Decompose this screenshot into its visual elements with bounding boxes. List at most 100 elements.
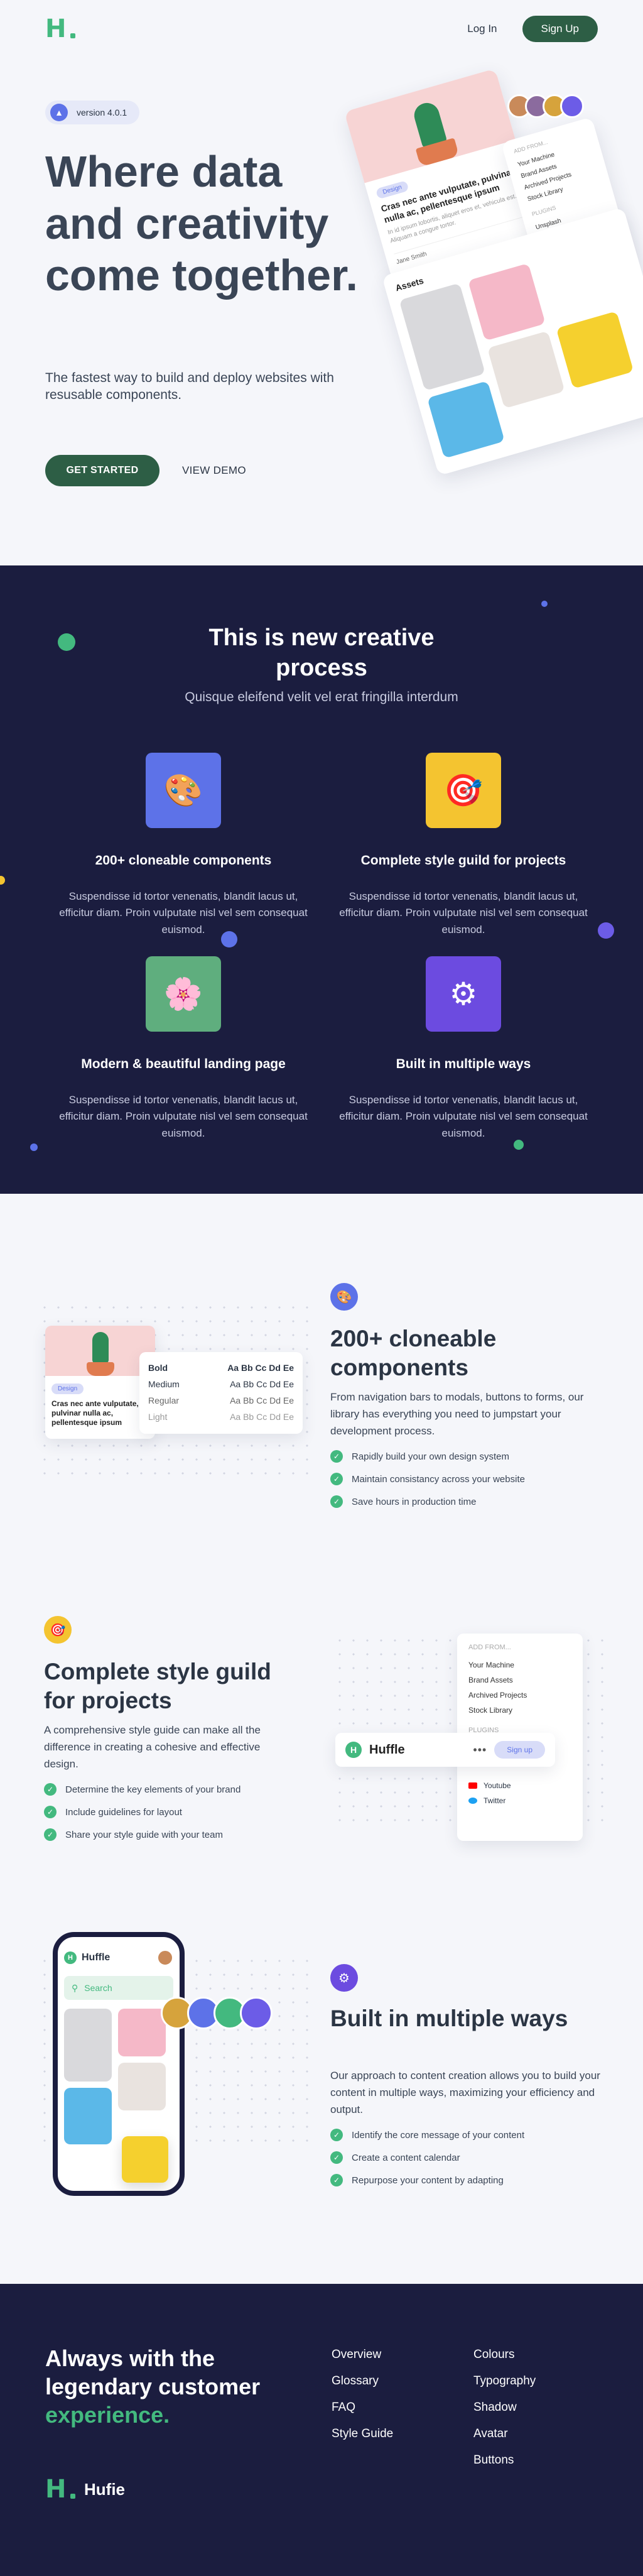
feature-title: 200+ cloneable components [95,853,272,868]
section1-desc: From navigation bars to modals, buttons … [330,1391,584,1438]
list-item: ✓ Maintain consistancy across your websit… [330,1468,525,1490]
feature-text: Suspendisse id tortor venenatis, blandit… [59,890,308,936]
footer-title: Always with the legendary customer exper… [45,2345,261,2428]
footer-links-col1: Overview Glossary FAQ Style Guide [332,2342,393,2447]
app-logo-icon: H [64,1951,77,1964]
login-link[interactable]: Log In [467,23,497,35]
menu-item[interactable]: Stock Library [468,1703,571,1718]
footer-link[interactable]: Typography [473,2368,536,2394]
list-item: ✓ Create a content calendar [330,2146,524,2169]
get-started-button[interactable]: GET STARTED [45,455,159,486]
feature-card: 🎨 200+ cloneable components Suspendisse … [39,753,328,938]
view-demo-button[interactable]: VIEW DEMO [182,455,246,486]
check-icon: ✓ [330,2151,343,2164]
youtube-icon [468,1782,477,1789]
gear-icon: ⚙ [330,1964,358,1992]
more-icon[interactable]: ••• [473,1744,487,1757]
mirror-image [487,330,565,409]
menu-heading: ADD FROM... [468,1644,511,1651]
menu-item[interactable]: Archived Projects [468,1688,571,1703]
logo-icon[interactable]: H [45,16,75,41]
phone-app-name: H Huffle [64,1951,110,1964]
process-subtitle: Quisque eleifend velit vel erat fringill… [185,690,458,704]
palette-icon: 🎨 [330,1283,358,1311]
decor-dot [0,876,5,885]
footer-link[interactable]: Avatar [473,2421,536,2447]
type-row: Bold Aa Bb Cc Dd Ee [148,1363,294,1373]
app-name: Huffle [369,1742,405,1757]
gear-icon: ⚙ [426,956,501,1032]
blog-card-small: Design Cras nec ante vulputate, pulvinar… [45,1326,155,1439]
footer-link[interactable]: Overview [332,2342,393,2368]
hero-title: Where data and creativity come together. [45,147,358,300]
type-row: Regular Aa Bb Cc Dd Ee [148,1395,294,1405]
rocket-icon: ▲ [50,104,68,121]
menu-item[interactable]: Your Machine [468,1657,571,1673]
cactus-image [45,1326,155,1376]
type-row: Medium Aa Bb Cc Dd Ee [148,1379,294,1389]
footer-link[interactable]: Colours [473,2342,536,2368]
feature-text: Suspendisse id tortor venenatis, blandit… [339,890,588,936]
avatar[interactable] [240,1997,273,2029]
type-row: Light Aa Bb Cc Dd Ee [148,1412,294,1422]
wrench-image [399,283,485,391]
shoe-image [556,311,634,389]
feature-title: Built in multiple ways [396,1057,531,1071]
section3-list: ✓ Identify the core message of your conte… [330,2124,524,2191]
mirror-image [118,2063,166,2110]
section2-desc: A comprehensive style guide can make all… [44,1724,261,1771]
decor-dot [30,1143,38,1151]
app-logo-icon: H [345,1742,362,1758]
list-item: ✓ Save hours in production time [330,1490,525,1513]
flower-icon: 🌸 [146,956,221,1032]
feature-title: Modern & beautiful landing page [81,1057,286,1071]
check-icon: ✓ [44,1783,57,1796]
nav-actions: Log In Sign Up [467,16,598,42]
footer: Always with the legendary customer exper… [0,2284,643,2576]
footer-link[interactable]: Buttons [473,2447,536,2474]
hero-subtitle: The fastest way to build and deploy webs… [45,371,334,403]
top-nav: H Log In Sign Up [45,15,598,43]
footer-link[interactable]: Style Guide [332,2421,393,2447]
section3-title: Built in multiple ways [330,2006,568,2031]
process-section: This is new creative process Quisque ele… [0,565,643,1194]
check-icon: ✓ [330,1450,343,1463]
feature-title: Complete style guild for projects [360,853,566,868]
version-badge: ▲ version 4.0.1 [45,101,140,124]
palette-icon: 🎨 [146,753,221,828]
feature-text: Suspendisse id tortor venenatis, blandit… [59,1094,308,1139]
menu-item[interactable]: Brand Assets [468,1673,571,1688]
footer-link[interactable]: FAQ [332,2394,393,2421]
hero-section: H Log In Sign Up ▲ version 4.0.1 Where d… [0,0,643,565]
feature-card: 🎯 Complete style guild for projects Susp… [319,753,608,938]
version-text: version 4.0.1 [77,107,127,117]
logo-icon[interactable]: H [45,2477,75,2502]
avatar[interactable] [157,1950,173,1966]
section2-list: ✓ Determine the key elements of your bran… [44,1778,240,1846]
plugin-item[interactable]: Twitter [468,1793,571,1808]
category-chip: Design [51,1384,84,1394]
signup-button[interactable]: Sign Up [522,16,598,42]
footer-link[interactable]: Glossary [332,2368,393,2394]
shoe-image [122,2136,168,2183]
list-item: ✓ Determine the key elements of your bran… [44,1778,240,1801]
orange-image [64,2088,112,2144]
pattern-image [118,2009,166,2056]
footer-brand: H Hufie [45,2477,125,2502]
check-icon: ✓ [330,2129,343,2141]
section2-title: Complete style guild for projects [44,1659,271,1714]
list-item: ✓ Include guidelines for layout [44,1801,240,1823]
target-icon: 🎯 [44,1616,72,1644]
plugin-item[interactable]: Youtube [468,1778,571,1793]
list-item: ✓ Rapidly build your own design system [330,1445,525,1468]
typography-card: Bold Aa Bb Cc Dd Ee Medium Aa Bb Cc Dd Ee … [139,1352,303,1434]
phone-search-bar[interactable]: ⚲ Search [64,1976,173,2000]
check-icon: ✓ [44,1828,57,1841]
pattern-image [468,263,546,341]
list-item: ✓ Identify the core message of your conte… [330,2124,524,2146]
signup-button[interactable]: Sign up [494,1741,545,1759]
avatar[interactable] [560,94,584,118]
process-title: This is new creative process [208,625,435,681]
footer-links-col2: Colours Typography Shadow Avatar Buttons [473,2342,536,2474]
footer-link[interactable]: Shadow [473,2394,536,2421]
